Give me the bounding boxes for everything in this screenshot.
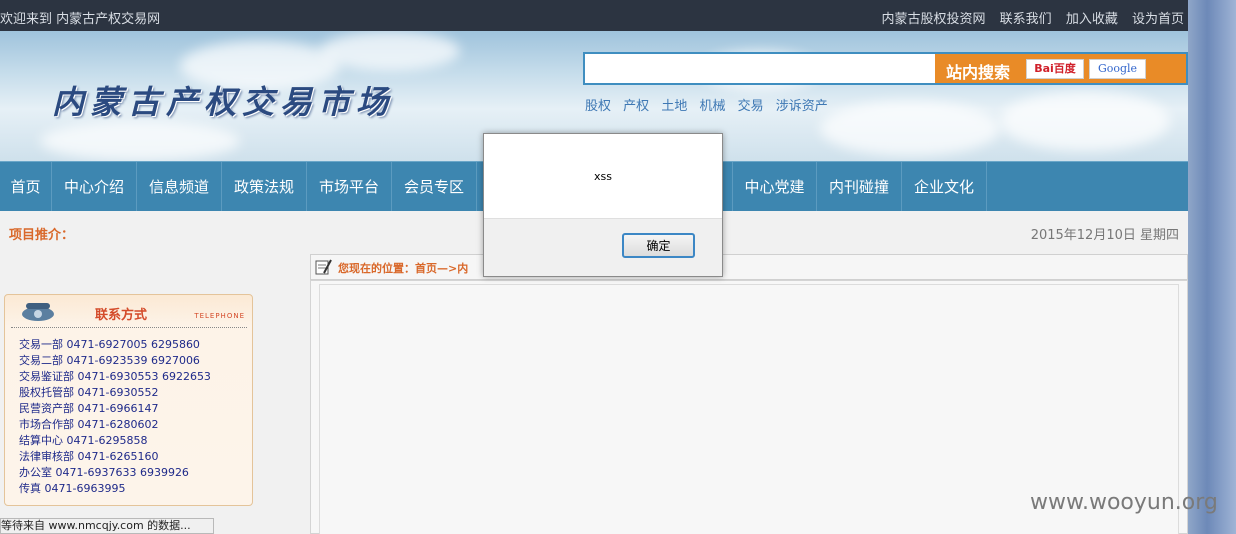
link-contact-us[interactable]: 联系我们: [1000, 12, 1052, 27]
alert-message: xss: [594, 170, 612, 183]
contact-title: 联系方式: [95, 308, 148, 323]
baidu-search-button[interactable]: Bai百度: [1026, 59, 1084, 79]
hot-link-machinery[interactable]: 机械: [699, 99, 725, 114]
contact-row: 交易二部 0471-6923539 6927006: [19, 354, 200, 367]
link-add-favorite[interactable]: 加入收藏: [1066, 12, 1118, 27]
alert-footer: 确定: [484, 218, 722, 276]
location-bar: 您现在的位置：首页—>内: [310, 254, 1188, 280]
hot-link-equity[interactable]: 股权: [585, 99, 611, 114]
nav-journal[interactable]: 内刊碰撞: [817, 162, 902, 212]
nav-info-channel[interactable]: 信息频道: [137, 162, 222, 212]
breadcrumb: 您现在的位置：首页—>内: [338, 262, 469, 275]
contact-list: 交易一部 0471-6927005 6295860 交易二部 0471-6923…: [19, 337, 211, 497]
divider: [11, 327, 247, 328]
nav-policy[interactable]: 政策法规: [222, 162, 307, 212]
browser-status-bar: 等待来自 www.nmcqjy.com 的数据...: [0, 518, 214, 534]
search-box: 站内搜索 Bai百度 Google: [583, 52, 1188, 85]
hot-link-trade[interactable]: 交易: [738, 99, 764, 114]
promo-label: 项目推介：: [9, 228, 75, 243]
telephone-icon: [22, 303, 54, 321]
date-text: 2015年12月10日 星期四: [1030, 228, 1179, 243]
top-links: 内蒙古股权投资网 联系我们 加入收藏 设为首页: [872, 8, 1184, 27]
nav-market-platform[interactable]: 市场平台: [307, 162, 392, 212]
watermark: www.wooyun.org: [1030, 490, 1218, 515]
alert-body: xss: [484, 134, 722, 218]
contact-row: 传真 0471-6963995: [19, 482, 126, 495]
contact-row: 结算中心 0471-6295858: [19, 434, 148, 447]
document-pen-icon: [315, 259, 332, 275]
browser-edge: [1188, 0, 1236, 534]
contact-panel: 联系方式 TELEPHONE 交易一部 0471-6927005 6295860…: [4, 294, 253, 506]
contact-row: 法律审核部 0471-6265160: [19, 450, 159, 463]
google-search-button[interactable]: Google: [1089, 59, 1146, 79]
site-logo[interactable]: 内蒙古产权交易市场: [52, 77, 394, 123]
contact-row: 交易鉴证部 0471-6930553 6922653: [19, 370, 211, 383]
nav-center-intro[interactable]: 中心介绍: [52, 162, 137, 212]
nav-member-zone[interactable]: 会员专区: [392, 162, 477, 212]
hot-link-land[interactable]: 土地: [661, 99, 687, 114]
nav-corporate-culture[interactable]: 企业文化: [902, 162, 987, 212]
contact-row: 办公室 0471-6937633 6939926: [19, 466, 189, 479]
hot-link-litigation-assets[interactable]: 涉诉资产: [776, 99, 828, 114]
ok-button[interactable]: 确定: [622, 233, 695, 258]
search-label: 站内搜索: [946, 63, 1011, 82]
hot-links: 股权 产权 土地 机械 交易 涉诉资产: [585, 95, 836, 114]
nav-party-building[interactable]: 中心党建: [732, 162, 817, 212]
contact-row: 交易一部 0471-6927005 6295860: [19, 338, 200, 351]
link-set-homepage[interactable]: 设为首页: [1132, 12, 1184, 27]
contact-title-en: TELEPHONE: [194, 312, 245, 320]
nav-home[interactable]: 首页: [0, 162, 52, 212]
search-input[interactable]: [585, 54, 935, 83]
hot-link-property[interactable]: 产权: [623, 99, 649, 114]
top-bar: 欢迎来到 内蒙古产权交易网 内蒙古股权投资网 联系我们 加入收藏 设为首页: [0, 0, 1188, 31]
contact-row: 民营资产部 0471-6966147: [19, 402, 159, 415]
alert-dialog: xss 确定: [483, 133, 723, 277]
welcome-text: 欢迎来到 内蒙古产权交易网: [0, 12, 161, 27]
link-equity-site[interactable]: 内蒙古股权投资网: [882, 12, 986, 27]
contact-row: 股权托管部 0471-6930552: [19, 386, 159, 399]
contact-row: 市场合作部 0471-6280602: [19, 418, 159, 431]
